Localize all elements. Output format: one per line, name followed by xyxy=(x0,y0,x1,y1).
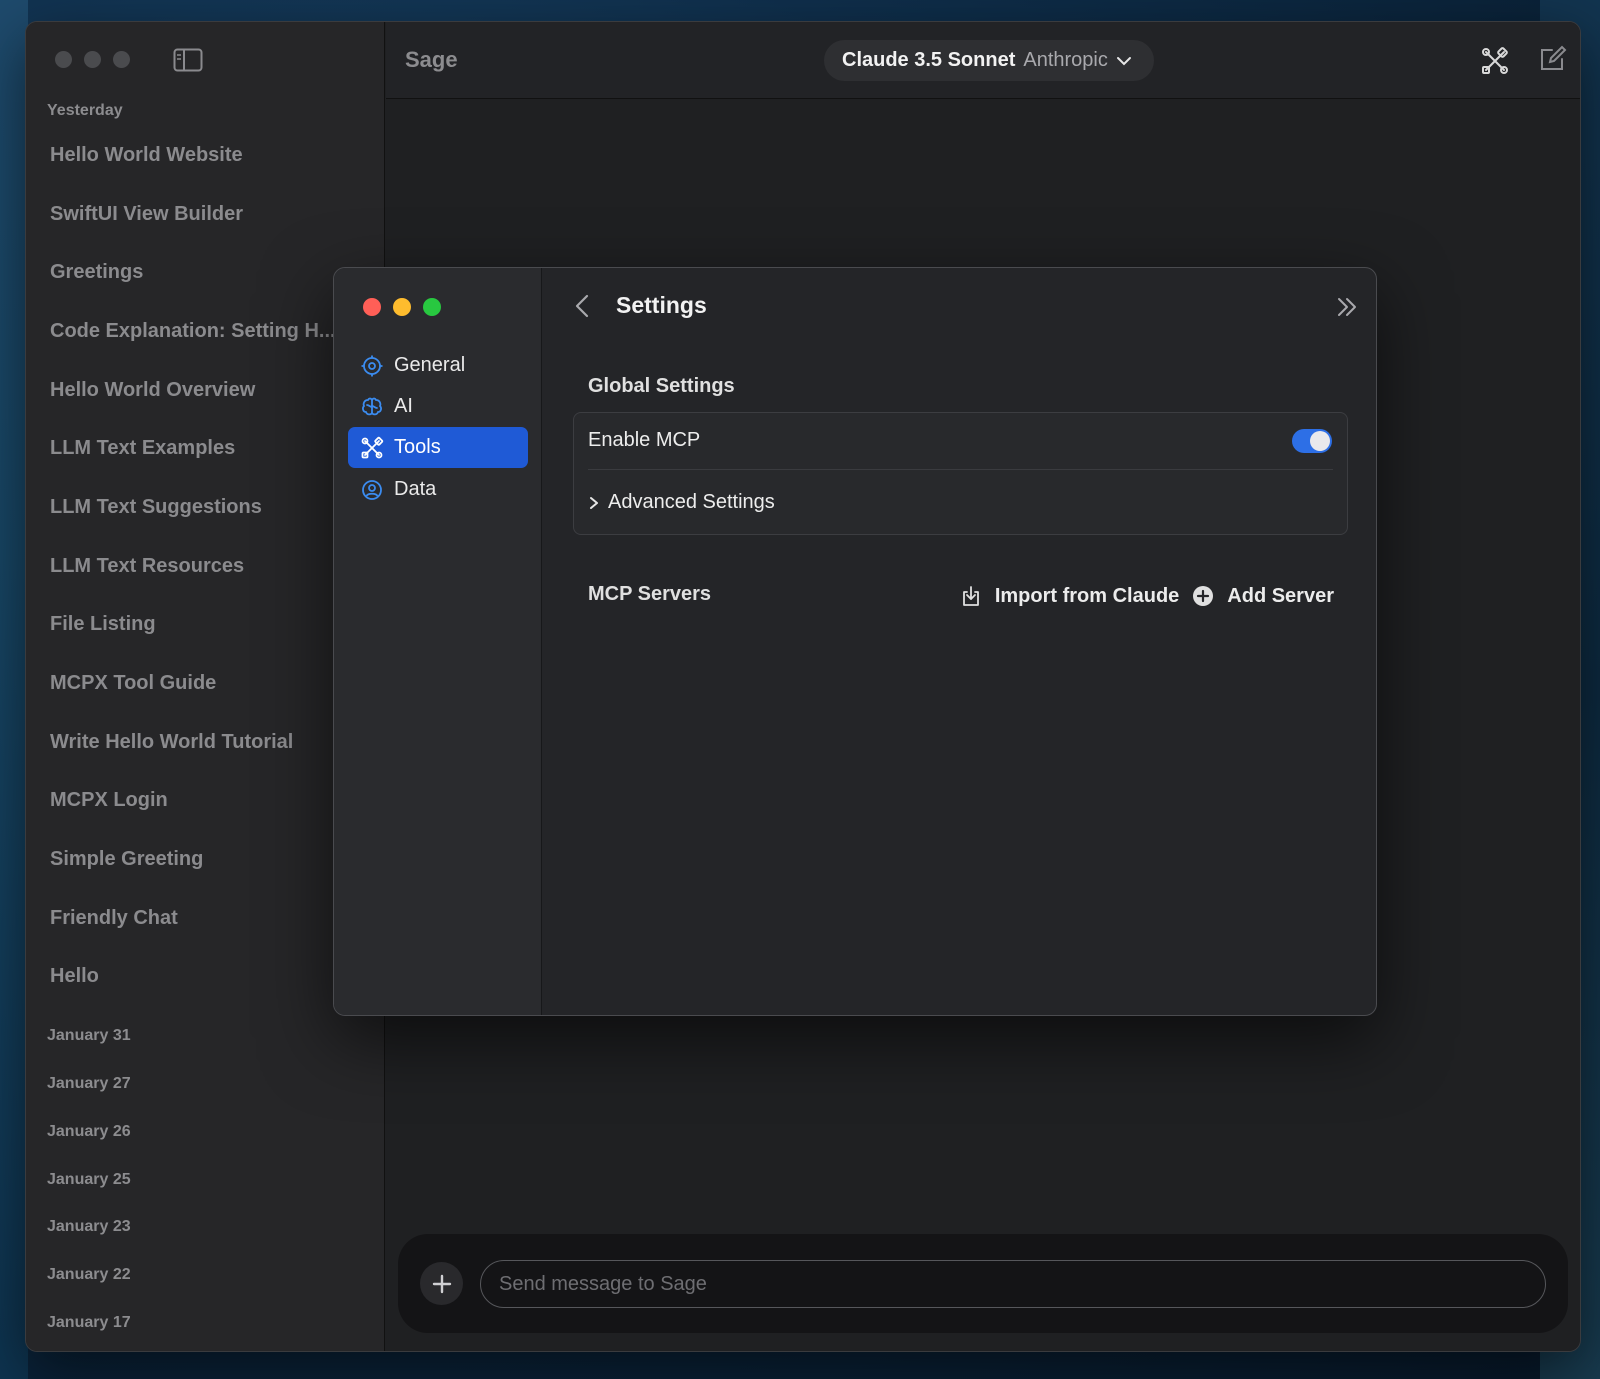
settings-nav-general[interactable]: General xyxy=(348,345,528,386)
zoom-button[interactable] xyxy=(423,298,441,316)
toggle-knob xyxy=(1310,431,1330,451)
plus-circle-icon xyxy=(1193,586,1214,606)
chevron-double-right-icon[interactable] xyxy=(1334,294,1360,320)
date-group-label[interactable]: January 22 xyxy=(47,1266,131,1284)
conversation-item[interactable]: LLM Text Resources xyxy=(50,555,340,578)
gear-icon xyxy=(361,355,383,376)
global-settings-card: Enable MCP Advanced Settings xyxy=(573,412,1348,535)
app-title: Sage xyxy=(405,47,458,72)
date-group-label[interactable]: January 26 xyxy=(47,1123,131,1141)
add-server-label: Add Server xyxy=(1227,584,1334,607)
settings-content: Settings Global Settings Enable MCP Adva… xyxy=(543,268,1376,1015)
enable-mcp-label: Enable MCP xyxy=(588,429,701,451)
add-server-button[interactable]: Add Server xyxy=(1191,584,1334,608)
advanced-settings-disclosure[interactable]: Advanced Settings xyxy=(588,491,775,514)
import-from-claude-button[interactable]: Import from Claude xyxy=(959,584,1179,608)
conversation-item[interactable]: LLM Text Suggestions xyxy=(50,496,340,519)
conversation-item[interactable]: Simple Greeting xyxy=(50,848,340,871)
settings-window-controls xyxy=(363,298,441,316)
advanced-settings-label: Advanced Settings xyxy=(608,491,775,513)
mcp-server-actions: Import from Claude Add Server xyxy=(959,584,1334,608)
back-chevron-icon[interactable] xyxy=(571,292,595,320)
message-input[interactable] xyxy=(480,1260,1546,1308)
settings-sidebar: General AI Tools Data xyxy=(334,268,542,1015)
conversation-item[interactable]: MCPX Tool Guide xyxy=(50,672,340,695)
close-button[interactable] xyxy=(363,298,381,316)
conversation-item[interactable]: Write Hello World Tutorial xyxy=(50,731,340,754)
close-button[interactable] xyxy=(55,51,72,68)
window-controls xyxy=(55,51,130,68)
date-group-label[interactable]: January 17 xyxy=(47,1314,131,1332)
settings-nav-ai[interactable]: AI xyxy=(348,386,528,427)
conversation-item[interactable]: LLM Text Examples xyxy=(50,437,340,460)
enable-mcp-toggle[interactable] xyxy=(1292,429,1332,453)
model-name: Claude 3.5 Sonnet xyxy=(842,49,1016,71)
global-settings-heading: Global Settings xyxy=(588,375,735,397)
settings-title: Settings xyxy=(616,292,707,318)
nav-label: General xyxy=(394,354,466,376)
mcp-servers-heading: MCP Servers xyxy=(588,583,712,605)
minimize-button[interactable] xyxy=(84,51,101,68)
conversation-item[interactable]: Hello World Overview xyxy=(50,379,340,402)
nav-label: Data xyxy=(394,478,437,500)
composer xyxy=(398,1234,1568,1333)
conversation-item[interactable]: Greetings xyxy=(50,261,340,284)
desktop-wallpaper-left xyxy=(0,0,28,1379)
conversation-item[interactable]: SwiftUI View Builder xyxy=(50,203,340,226)
plus-icon xyxy=(432,1274,451,1293)
model-provider: Anthropic xyxy=(1023,49,1108,71)
nav-label: Tools xyxy=(394,436,441,458)
conversation-item[interactable]: Hello xyxy=(50,965,340,988)
tools-icon xyxy=(361,436,384,458)
compose-icon[interactable] xyxy=(1538,44,1568,74)
date-group-label[interactable]: January 31 xyxy=(47,1027,131,1045)
conversation-item[interactable]: Hello World Website xyxy=(50,144,340,167)
tools-icon[interactable] xyxy=(1480,46,1510,76)
model-selector[interactable]: Claude 3.5 Sonnet Anthropic xyxy=(824,40,1154,81)
date-group-label[interactable]: January 27 xyxy=(47,1075,131,1093)
zoom-button[interactable] xyxy=(113,51,130,68)
user-circle-icon xyxy=(362,479,382,500)
attach-button[interactable] xyxy=(420,1262,463,1305)
import-label: Import from Claude xyxy=(994,584,1180,607)
settings-nav-data[interactable]: Data xyxy=(348,469,528,510)
conversation-sidebar: Yesterday Hello World Website SwiftUI Vi… xyxy=(26,22,385,1351)
chevron-down-icon xyxy=(1116,56,1131,65)
chevron-right-icon xyxy=(590,496,598,509)
import-icon xyxy=(962,586,979,606)
divider xyxy=(588,469,1333,470)
conversation-item[interactable]: Friendly Chat xyxy=(50,907,340,930)
sidebar-toggle-icon[interactable] xyxy=(173,48,203,72)
group-label-yesterday: Yesterday xyxy=(47,102,123,119)
date-group-label[interactable]: January 25 xyxy=(47,1171,131,1189)
date-group-label[interactable]: January 23 xyxy=(47,1218,131,1236)
conversation-item[interactable]: Code Explanation: Setting H... xyxy=(50,320,340,343)
settings-window: General AI Tools Data Settings Global Se… xyxy=(333,267,1377,1016)
minimize-button[interactable] xyxy=(393,298,411,316)
brain-icon xyxy=(362,397,382,415)
nav-label: AI xyxy=(394,395,413,417)
toolbar: Sage Claude 3.5 Sonnet Anthropic xyxy=(386,22,1580,99)
conversation-item[interactable]: File Listing xyxy=(50,613,340,636)
settings-nav-tools[interactable]: Tools xyxy=(348,427,528,468)
conversation-item[interactable]: MCPX Login xyxy=(50,789,340,812)
